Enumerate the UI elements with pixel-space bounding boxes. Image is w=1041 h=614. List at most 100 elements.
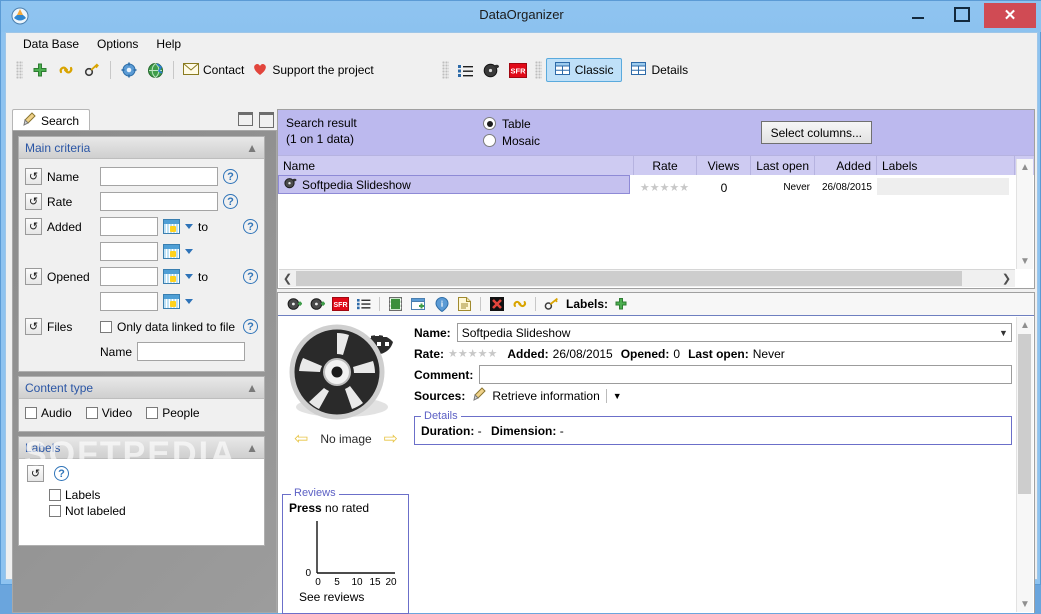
view-mode-table[interactable]: Table xyxy=(483,115,540,132)
name-combo[interactable]: ▼ xyxy=(456,323,1012,342)
link-broken-icon[interactable] xyxy=(53,58,79,82)
scroll-up-icon[interactable]: ▲ xyxy=(1017,159,1033,175)
criteria-added-to-input[interactable] xyxy=(100,242,158,261)
key-icon[interactable] xyxy=(79,58,105,82)
chevron-up-icon-labels[interactable]: ▲ xyxy=(246,441,258,455)
chevron-down-icon-added-to[interactable] xyxy=(185,249,193,254)
settings-icon[interactable] xyxy=(116,58,142,82)
next-image-icon[interactable]: ⇨ xyxy=(384,429,398,449)
view-classic-button[interactable]: Classic xyxy=(545,58,623,82)
content-type-audio[interactable]: Audio xyxy=(25,406,72,420)
key-icon-details[interactable] xyxy=(541,294,562,314)
chevron-down-icon-opened-to[interactable] xyxy=(185,299,193,304)
only-linked-checkbox[interactable] xyxy=(100,320,112,333)
column-header-name[interactable]: Name xyxy=(278,156,634,175)
list-icon-details[interactable] xyxy=(353,294,374,314)
maximize-button[interactable] xyxy=(940,3,984,25)
chevron-up-icon-content[interactable]: ▲ xyxy=(246,381,258,395)
calendar-icon-added-from[interactable] xyxy=(163,219,180,234)
plus-icon[interactable] xyxy=(610,294,631,314)
chevron-up-icon[interactable]: ▲ xyxy=(246,141,258,155)
add-icon[interactable] xyxy=(27,58,53,82)
table-row[interactable]: Softpedia Slideshow xyxy=(278,175,630,194)
calendar-icon-opened-from[interactable] xyxy=(163,269,180,284)
delete-x-icon[interactable] xyxy=(486,294,507,314)
labels-option-labels[interactable]: Labels xyxy=(49,488,256,502)
reset-labels-button[interactable]: ↺ xyxy=(27,465,44,482)
group-labels-header[interactable]: Labels ▲ xyxy=(19,437,264,459)
details-scroll-up-icon[interactable]: ▲ xyxy=(1017,317,1033,333)
globe-icon[interactable] xyxy=(142,58,168,82)
view-mode-mosaic[interactable]: Mosaic xyxy=(483,132,540,149)
reset-opened-button[interactable]: ↺ xyxy=(25,268,42,285)
link-broken-icon-details[interactable] xyxy=(509,294,530,314)
see-reviews-link[interactable]: See reviews xyxy=(299,590,408,604)
hscroll-thumb[interactable] xyxy=(296,271,962,286)
comment-input[interactable] xyxy=(479,365,1012,384)
help-icon-opened[interactable]: ? xyxy=(243,269,258,284)
column-header-last-open[interactable]: Last open xyxy=(751,156,815,175)
labels-checkbox[interactable] xyxy=(49,489,61,501)
toolbar-grip[interactable] xyxy=(16,61,23,79)
audio-checkbox[interactable] xyxy=(25,407,37,419)
film-add-icon[interactable] xyxy=(284,294,305,314)
toolbar-grip-3[interactable] xyxy=(534,61,542,79)
column-header-labels[interactable]: Labels xyxy=(877,156,1015,175)
list-icon[interactable] xyxy=(453,58,479,82)
calendar-icon-opened-to[interactable] xyxy=(163,294,180,309)
criteria-name-input[interactable] xyxy=(100,167,218,186)
select-columns-button[interactable]: Select columns... xyxy=(760,121,872,144)
calendar-icon-added-to[interactable] xyxy=(163,244,180,259)
details-vscroll-thumb[interactable] xyxy=(1018,334,1031,494)
reset-name-button[interactable]: ↺ xyxy=(25,168,42,185)
result-horizontal-scrollbar[interactable]: ❮ ❯ xyxy=(279,269,1015,287)
criteria-added-from-input[interactable] xyxy=(100,217,158,236)
video-checkbox[interactable] xyxy=(85,407,98,419)
chevron-down-icon-added-from[interactable] xyxy=(185,224,193,229)
reset-rate-button[interactable]: ↺ xyxy=(25,193,42,210)
close-button[interactable]: ✕ xyxy=(984,3,1036,28)
minimize-button[interactable] xyxy=(896,3,940,25)
window-add-icon[interactable] xyxy=(408,294,429,314)
panel-maximize-button[interactable] xyxy=(259,112,274,128)
result-vertical-scrollbar[interactable]: ▲ ▼ xyxy=(1016,159,1033,269)
labels-option-not-labeled[interactable]: Not labeled xyxy=(49,504,256,518)
retrieve-information-link[interactable]: Retrieve information xyxy=(492,389,599,403)
panel-restore-button[interactable] xyxy=(238,112,253,126)
file-name-input[interactable] xyxy=(137,342,246,361)
reset-files-button[interactable]: ↺ xyxy=(25,318,42,335)
help-icon-files[interactable]: ? xyxy=(243,319,258,334)
help-icon-labels[interactable]: ? xyxy=(54,466,69,481)
contact-button[interactable]: Contact xyxy=(179,62,248,78)
column-header-views[interactable]: Views xyxy=(697,156,751,175)
content-type-people[interactable]: People xyxy=(146,406,200,420)
group-main-criteria-header[interactable]: Main criteria ▲ xyxy=(19,137,264,159)
sfr-icon[interactable]: SFR xyxy=(505,58,531,82)
toolbar-grip-2[interactable] xyxy=(441,61,449,79)
table-radio[interactable] xyxy=(483,117,496,130)
column-header-added[interactable]: Added xyxy=(815,156,877,175)
name-input[interactable] xyxy=(457,325,996,340)
info-icon[interactable]: i xyxy=(431,294,452,314)
support-button[interactable]: Support the project xyxy=(248,62,377,79)
scroll-left-icon[interactable]: ❮ xyxy=(279,270,296,287)
criteria-opened-to-input[interactable] xyxy=(100,292,158,311)
film-add2-icon[interactable] xyxy=(307,294,328,314)
view-details-button[interactable]: Details xyxy=(622,58,697,82)
sfr-icon-details[interactable]: SFR xyxy=(330,294,351,314)
tab-search[interactable]: Search xyxy=(12,109,91,131)
people-checkbox[interactable] xyxy=(146,407,159,419)
filmstrip-icon[interactable] xyxy=(385,294,406,314)
content-type-video[interactable]: Video xyxy=(85,406,132,420)
help-icon-rate[interactable]: ? xyxy=(223,194,238,209)
document-icon[interactable] xyxy=(454,294,475,314)
help-icon-added[interactable]: ? xyxy=(243,219,258,234)
rate-stars[interactable]: ★★★★★ xyxy=(448,347,497,360)
film-icon[interactable] xyxy=(479,58,505,82)
help-icon-name[interactable]: ? xyxy=(223,169,238,184)
details-scroll-down-icon[interactable]: ▼ xyxy=(1017,596,1033,612)
reset-added-button[interactable]: ↺ xyxy=(25,218,42,235)
menu-item-database[interactable]: Data Base xyxy=(14,34,88,54)
not-labeled-checkbox[interactable] xyxy=(49,505,61,517)
chevron-down-icon-opened-from[interactable] xyxy=(185,274,193,279)
